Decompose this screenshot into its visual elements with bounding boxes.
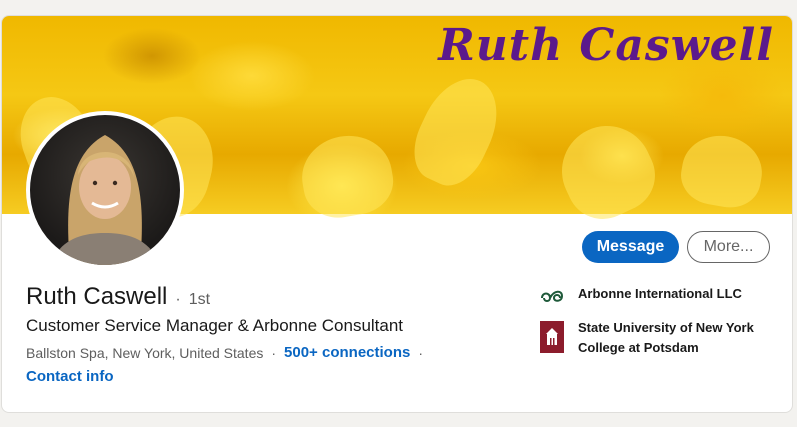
profile-avatar[interactable] bbox=[26, 111, 184, 269]
connections-link[interactable]: 500+ connections bbox=[284, 344, 410, 361]
location-separator: · bbox=[271, 344, 277, 361]
avatar-portrait bbox=[50, 135, 160, 265]
suny-potsdam-logo-icon bbox=[540, 321, 564, 353]
connection-degree: 1st bbox=[188, 291, 211, 308]
banner-petal bbox=[295, 128, 399, 224]
contact-info-link[interactable]: Contact info bbox=[26, 368, 114, 385]
banner-petal bbox=[676, 129, 768, 213]
message-button[interactable]: Message bbox=[582, 231, 679, 263]
education-name: State University of New York College at … bbox=[578, 318, 754, 358]
banner-title: Ruth Caswell bbox=[438, 20, 774, 71]
connections-separator: · bbox=[418, 344, 424, 361]
profile-location: Ballston Spa, New York, United States bbox=[26, 344, 264, 361]
experience-name: Arbonne International LLC bbox=[578, 286, 742, 301]
education-name-line1: State University of New York bbox=[578, 320, 754, 335]
degree-separator: · bbox=[175, 291, 181, 308]
education-item-suny-potsdam[interactable]: State University of New York College at … bbox=[540, 318, 754, 358]
name-row: Ruth Caswell · 1st bbox=[26, 283, 210, 311]
arbonne-logo-icon bbox=[540, 285, 564, 305]
more-button[interactable]: More... bbox=[687, 231, 770, 263]
profile-card: Ruth Caswell Message More... Ruth Caswel… bbox=[1, 15, 793, 413]
profile-name: Ruth Caswell bbox=[26, 283, 168, 310]
banner-petal bbox=[547, 111, 667, 231]
banner-petal bbox=[402, 66, 512, 196]
education-name-line2: College at Potsdam bbox=[578, 340, 699, 355]
location-row: Ballston Spa, New York, United States · … bbox=[26, 344, 423, 361]
profile-headline: Customer Service Manager & Arbonne Consu… bbox=[26, 316, 404, 335]
experience-item-arbonne[interactable]: Arbonne International LLC bbox=[540, 286, 742, 305]
